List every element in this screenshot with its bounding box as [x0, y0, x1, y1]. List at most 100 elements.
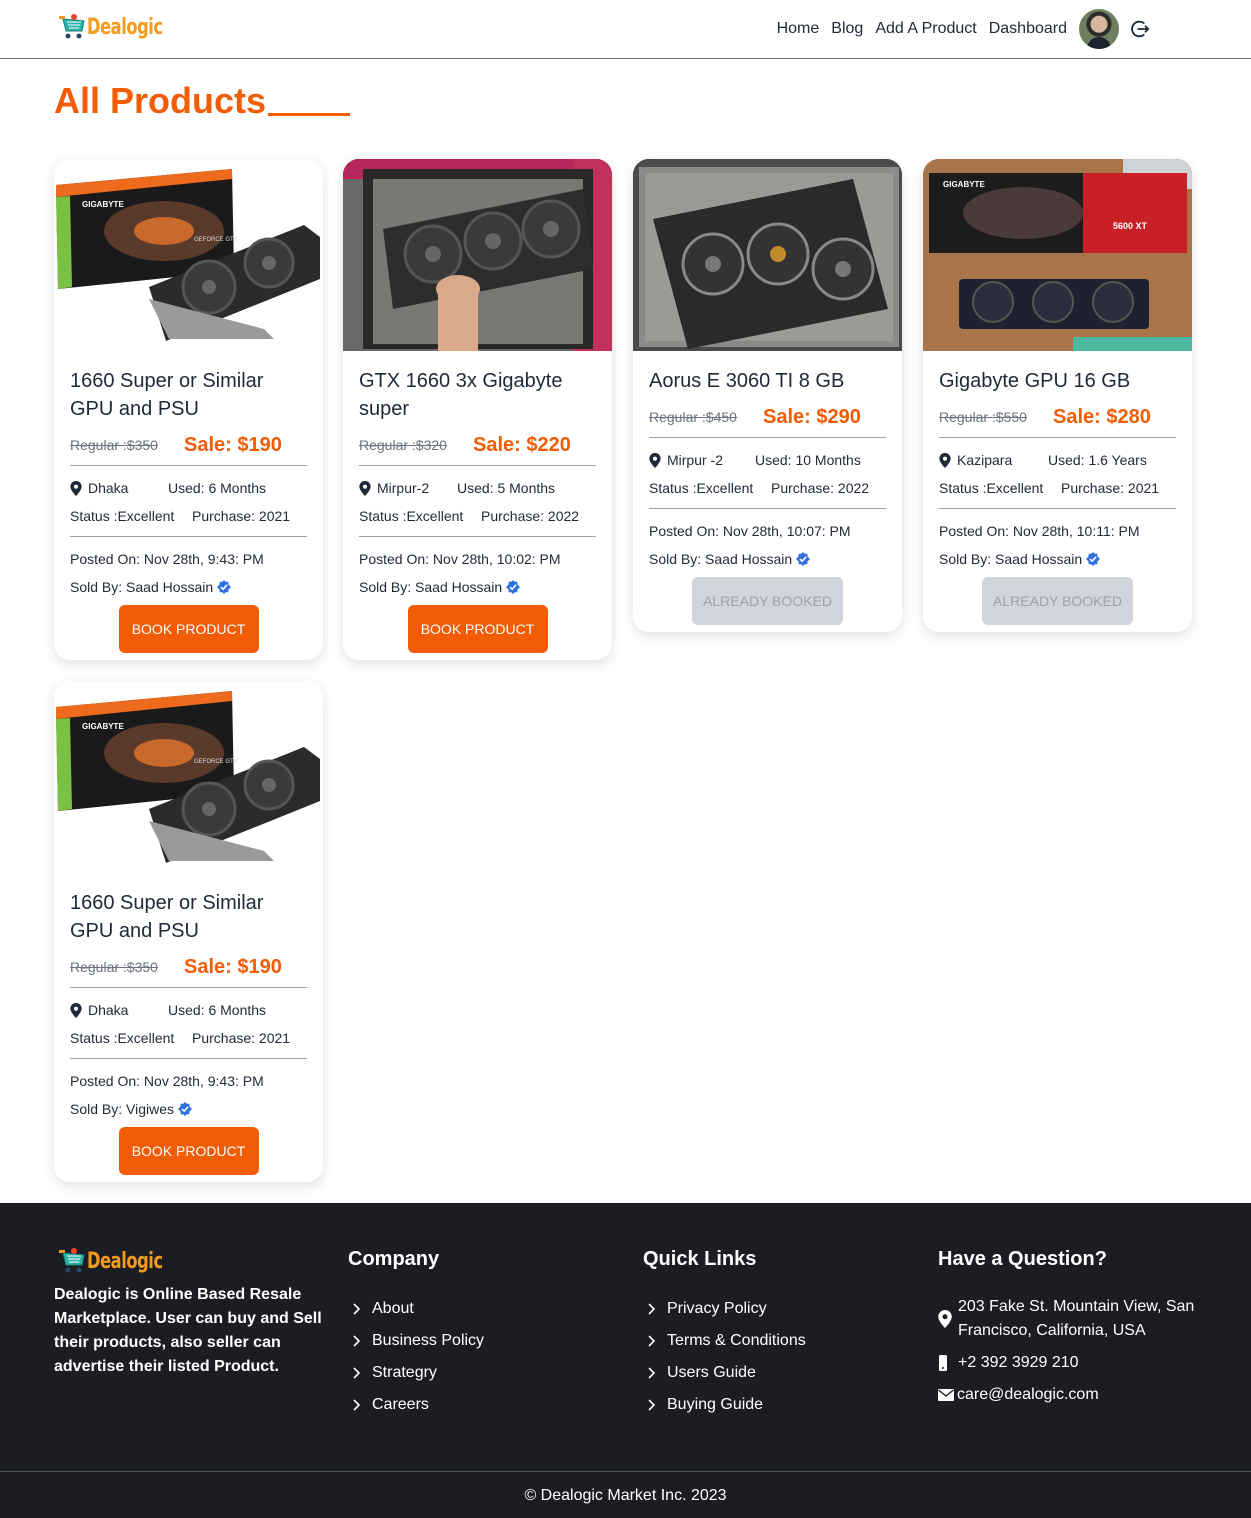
chevron-right-icon	[353, 1335, 361, 1347]
product-status: Status :Excellent	[70, 1030, 175, 1046]
chevron-right-icon	[353, 1399, 361, 1411]
footer-logo[interactable]: Dealogic	[58, 1245, 328, 1277]
sale-price: Sale: $220	[473, 433, 571, 456]
envelope-icon	[938, 1389, 954, 1401]
page-title: All Products	[54, 80, 351, 122]
footer-link-label: Careers	[372, 1396, 429, 1413]
location-pin-icon	[70, 1002, 82, 1018]
copyright: © Dealogic Market Inc. 2023	[524, 1487, 727, 1504]
footer-link-buying-guide[interactable]: Buying Guide	[643, 1389, 806, 1421]
navbar: Dealogic Home Blog Add A Product Dashboa…	[0, 0, 1251, 59]
footer-link-business-policy[interactable]: Business Policy	[348, 1325, 484, 1357]
divider	[359, 465, 596, 466]
nav-home[interactable]: Home	[777, 20, 820, 38]
product-image	[633, 159, 902, 351]
chevron-right-icon	[353, 1367, 361, 1379]
book-product-button[interactable]: BOOK PRODUCT	[118, 605, 259, 653]
product-image: GIGABYTE GEFORCE GTX	[54, 159, 323, 351]
sale-price: Sale: $280	[1053, 405, 1151, 428]
company-heading: Company	[348, 1248, 440, 1270]
phone-icon	[939, 1355, 947, 1371]
product-purchase: Purchase: 2022	[771, 480, 870, 496]
nav-dashboard[interactable]: Dashboard	[989, 20, 1067, 38]
product-location: Dhaka	[88, 1002, 129, 1018]
footer-link-privacy-policy[interactable]: Privacy Policy	[643, 1293, 806, 1325]
contact-phone[interactable]: +2 392 3929 210	[938, 1351, 1208, 1375]
divider	[70, 536, 307, 537]
product-location: Dhaka	[88, 480, 129, 496]
svg-text:GEFORCE GTX: GEFORCE GTX	[194, 237, 238, 243]
product-location: Kazipara	[957, 452, 1013, 468]
footer-link-about[interactable]: About	[348, 1293, 484, 1325]
divider	[939, 437, 1176, 438]
quick-links-heading: Quick Links	[643, 1248, 757, 1270]
chevron-right-icon	[648, 1303, 656, 1315]
svg-text:GEFORCE GTX: GEFORCE GTX	[194, 759, 238, 765]
product-card: GIGABYTE 5600 XT Gigabyte GPU 16 GB Regu…	[923, 159, 1192, 632]
cart-logo-icon	[59, 14, 85, 39]
product-card: GTX 1660 3x Gigabyte super Regular :$320…	[343, 159, 612, 660]
location-pin-icon	[938, 1310, 952, 1328]
product-title: Gigabyte GPU 16 GB	[939, 370, 1131, 392]
sale-price: Sale: $190	[184, 433, 282, 456]
title-underline	[268, 113, 351, 116]
posted-on: Posted On: Nov 28th, 10:02: PM	[359, 551, 561, 567]
logout-icon[interactable]	[1129, 18, 1151, 40]
already-booked-button: ALREADY BOOKED	[982, 577, 1133, 625]
brand-name: Dealogic	[87, 14, 163, 40]
footer-link-label: Terms & Conditions	[667, 1332, 806, 1349]
product-used: Used: 6 Months	[168, 480, 267, 496]
divider	[70, 987, 307, 988]
footer-link-careers[interactable]: Careers	[348, 1389, 484, 1421]
already-booked-button: ALREADY BOOKED	[692, 577, 843, 625]
footer-link-label: About	[372, 1300, 414, 1317]
footer-link-label: Privacy Policy	[667, 1300, 767, 1317]
product-status: Status :Excellent	[359, 508, 464, 524]
posted-on: Posted On: Nov 28th, 9:43: PM	[70, 1073, 264, 1089]
nav-blog[interactable]: Blog	[831, 20, 863, 38]
location-pin-icon	[649, 452, 661, 468]
chevron-right-icon	[648, 1367, 656, 1379]
footer-contact: Have a Question? 203 Fake St. Mountain V…	[938, 1245, 1208, 1415]
divider	[939, 508, 1176, 509]
regular-price: Regular :$320	[359, 437, 447, 453]
brand-logo[interactable]: Dealogic	[58, 11, 179, 43]
footer-brand: Dealogic Dealogic is Online Based Resale…	[54, 1245, 324, 1379]
chevron-right-icon	[648, 1399, 656, 1411]
footer-company: Company About Business Policy Strategry …	[348, 1245, 484, 1421]
seller-name: Sold By: Saad Hossain	[649, 551, 793, 567]
nav-links: Home Blog Add A Product Dashboard	[777, 0, 1251, 58]
posted-on: Posted On: Nov 28th, 10:07: PM	[649, 523, 851, 539]
footer-link-users-guide[interactable]: Users Guide	[643, 1357, 806, 1389]
posted-on: Posted On: Nov 28th, 10:11: PM	[939, 523, 1140, 539]
book-product-button[interactable]: BOOK PRODUCT	[118, 1127, 259, 1175]
divider	[649, 437, 886, 438]
product-title: Aorus E 3060 TI 8 GB	[649, 370, 845, 392]
page-title-text: All Products	[54, 80, 267, 121]
seller-name: Sold By: Saad Hossain	[359, 579, 503, 595]
product-purchase: Purchase: 2021	[192, 1030, 291, 1046]
contact-address: 203 Fake St. Mountain View, San Francisc…	[938, 1295, 1208, 1343]
footer-link-terms[interactable]: Terms & Conditions	[643, 1325, 806, 1357]
contact-email[interactable]: care@dealogic.com	[938, 1383, 1208, 1407]
product-status: Status :Excellent	[649, 480, 754, 496]
divider	[70, 465, 307, 466]
product-location: Mirpur -2	[667, 452, 724, 468]
product-card: Aorus E 3060 TI 8 GB Regular :$450 Sale:…	[633, 159, 902, 632]
chevron-right-icon	[648, 1335, 656, 1347]
seller-name: Sold By: Saad Hossain	[70, 579, 214, 595]
footer-link-label: Buying Guide	[667, 1396, 764, 1413]
book-product-button[interactable]: BOOK PRODUCT	[407, 605, 548, 653]
product-used: Used: 10 Months	[755, 452, 861, 468]
seller-name: Sold By: Saad Hossain	[939, 551, 1083, 567]
verified-badge-icon	[1086, 552, 1101, 566]
location-pin-icon	[939, 452, 951, 468]
divider	[649, 508, 886, 509]
avatar[interactable]	[1079, 9, 1119, 49]
nav-add-product[interactable]: Add A Product	[875, 20, 976, 38]
svg-text:GIGABYTE: GIGABYTE	[943, 180, 985, 189]
posted-on: Posted On: Nov 28th, 9:43: PM	[70, 551, 264, 567]
sale-price: Sale: $190	[184, 955, 282, 978]
footer-description: Dealogic is Online Based Resale Marketpl…	[54, 1286, 322, 1375]
footer-link-strategy[interactable]: Strategry	[348, 1357, 484, 1389]
